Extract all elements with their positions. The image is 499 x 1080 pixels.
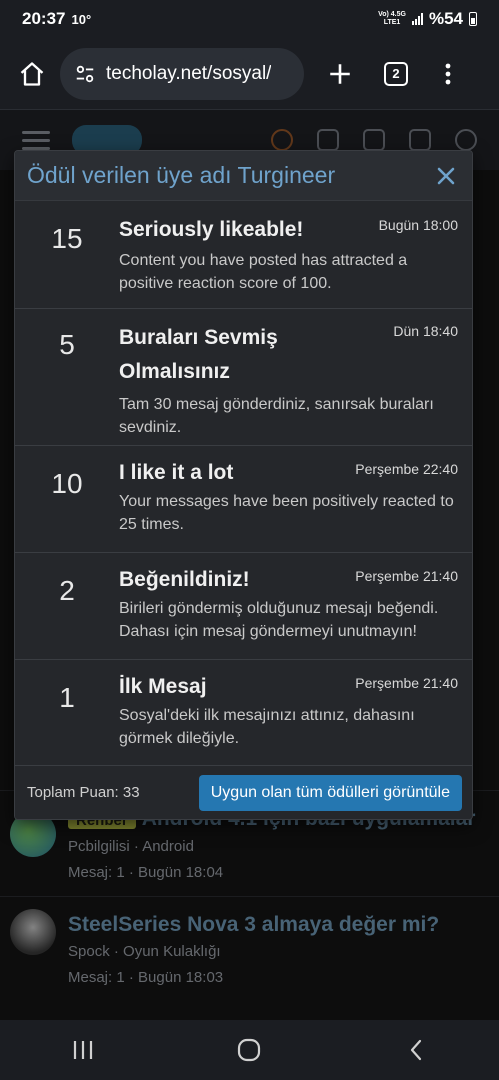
trophy-points: 15 (51, 223, 83, 254)
address-bar[interactable]: techolay.net/sosyal/ (60, 47, 304, 100)
status-time: 20:37 (22, 9, 66, 28)
network-indicator: Vo) 4.5G LTE1 (378, 11, 406, 27)
trophies-modal: Ödül verilen üye adı Turgineer 15 Seriou… (14, 150, 473, 820)
browser-toolbar: techolay.net/sosyal/ 2 (0, 38, 499, 110)
trophy-title: Beğenildiniz! (119, 568, 250, 591)
total-points: Toplam Puan: 33 (27, 784, 140, 801)
network-type: Vo) 4.5G (378, 11, 406, 18)
status-temperature: 10° (71, 11, 92, 27)
tab-count: 2 (384, 61, 408, 86)
trophy-points: 10 (51, 468, 83, 499)
trophy-points: 5 (59, 329, 75, 360)
modal-footer: Toplam Puan: 33 Uygun olan tüm ödülleri … (15, 765, 472, 819)
modal-title: Ödül verilen üye adı Turgineer (27, 162, 336, 188)
trophy-points: 2 (59, 575, 75, 606)
browser-menu-button[interactable] (430, 56, 466, 92)
plus-icon (330, 63, 350, 84)
battery-level: %54 (428, 9, 463, 28)
back-icon (410, 1039, 421, 1061)
trophy-title: İlk Mesaj (119, 675, 207, 698)
url-text: techolay.net/sosyal/ (106, 62, 272, 84)
close-icon (437, 167, 455, 184)
trophy-description: Tam 30 mesaj gönderdiniz, sanırsak bural… (119, 396, 434, 436)
recent-apps-button[interactable] (65, 1032, 101, 1068)
tab-switcher-button[interactable]: 2 (378, 56, 414, 92)
trophy-description: Content you have posted has attracted a … (119, 252, 408, 292)
trophy-title: Buraları Sevmiş Olmalısınız (119, 326, 278, 383)
trophy-item: 2 Beğenildiniz! Perşembe 21:40 Birileri … (15, 553, 472, 660)
trophy-description: Your messages have been positively react… (119, 493, 454, 533)
status-bar: 20:37 10° Vo) 4.5G LTE1 %54 (0, 0, 499, 38)
more-vert-icon (445, 63, 451, 84)
view-all-trophies-button[interactable]: Uygun olan tüm ödülleri görüntüle (198, 774, 462, 811)
trophy-date: Perşembe 21:40 (355, 568, 458, 584)
network-sim: LTE1 (383, 19, 401, 26)
trophy-date: Bugün 18:00 (378, 217, 458, 233)
home-icon (20, 61, 44, 86)
recent-apps-icon (74, 1041, 93, 1059)
trophy-points: 1 (59, 682, 75, 713)
site-settings-icon[interactable] (74, 63, 96, 85)
home-circle-icon (238, 1038, 261, 1062)
home-button[interactable] (14, 56, 50, 92)
modal-header: Ödül verilen üye adı Turgineer (15, 151, 472, 201)
trophy-item: 1 İlk Mesaj Perşembe 21:40 Sosyal'deki i… (15, 660, 472, 767)
home-nav-button[interactable] (231, 1032, 267, 1068)
trophy-description: Sosyal'deki ilk mesajınızı attınız, daha… (119, 707, 415, 747)
trophy-description: Birileri göndermiş olduğunuz mesajı beğe… (119, 600, 439, 640)
trophy-item: 15 Seriously likeable! Bugün 18:00 Conte… (15, 201, 472, 309)
trophy-date: Dün 18:40 (393, 323, 458, 339)
signal-icon (411, 13, 423, 25)
trophy-date: Perşembe 22:40 (355, 461, 458, 477)
trophy-title: I like it a lot (119, 461, 234, 484)
system-nav-bar (0, 1020, 499, 1080)
back-button[interactable] (398, 1032, 434, 1068)
new-tab-button[interactable] (322, 56, 358, 92)
trophy-date: Perşembe 21:40 (355, 675, 458, 691)
trophy-item: 5 Buraları Sevmiş Olmalısınız Dün 18:40 … (15, 309, 472, 446)
trophy-item: 10 I like it a lot Perşembe 22:40 Your m… (15, 446, 472, 553)
battery-icon (469, 12, 477, 26)
close-button[interactable] (432, 162, 460, 190)
trophy-title: Seriously likeable! (119, 218, 304, 241)
